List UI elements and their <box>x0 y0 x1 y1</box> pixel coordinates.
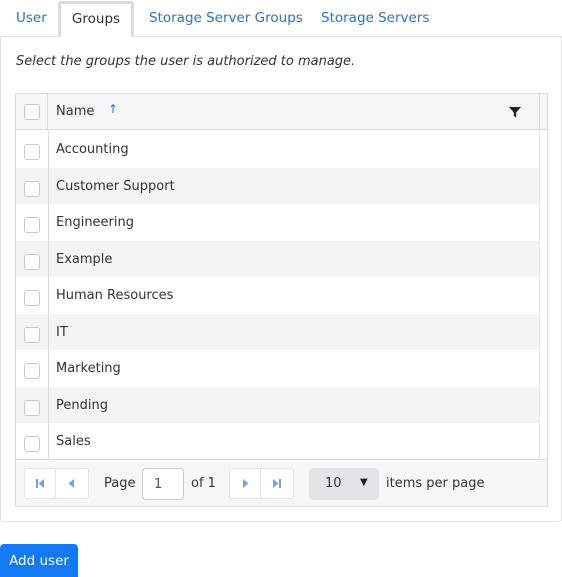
row-checkbox[interactable] <box>24 363 40 379</box>
row-checkbox[interactable] <box>24 180 40 197</box>
groups-panel: Select the groups the user is authorized… <box>0 36 562 522</box>
cell-divider <box>48 423 49 459</box>
last-page-button[interactable] <box>261 468 294 499</box>
group-name: Marketing <box>56 361 121 376</box>
tab-user[interactable]: User <box>16 2 47 37</box>
prev-page-icon <box>68 479 74 488</box>
cell-divider <box>48 386 49 423</box>
tab-bar: User Groups Storage Server Groups Storag… <box>0 0 562 37</box>
row-checkbox[interactable] <box>24 144 40 160</box>
row-checkbox[interactable] <box>24 217 40 233</box>
pager: Page of 1 10 ▼ items per page <box>16 459 547 506</box>
row-checkbox[interactable] <box>24 399 40 416</box>
prev-page-button[interactable] <box>56 468 89 499</box>
group-name: Example <box>56 251 113 267</box>
grid-rows: Accounting Customer Support Engineering … <box>16 131 539 459</box>
caret-down-icon: ▼ <box>360 477 368 488</box>
select-all-checkbox[interactable] <box>24 104 40 120</box>
table-row[interactable]: Customer Support <box>16 167 539 204</box>
first-page-icon <box>36 479 44 488</box>
page-size-value: 10 <box>325 476 342 491</box>
tab-storage-servers[interactable]: Storage Servers <box>321 2 429 37</box>
cell-divider <box>48 240 49 277</box>
group-name: Customer Support <box>56 178 175 194</box>
grid-header: Name ↑ <box>16 94 547 130</box>
page-count-label: of 1 <box>191 476 216 491</box>
cell-divider <box>48 277 49 314</box>
next-page-button[interactable] <box>229 468 261 499</box>
row-checkbox[interactable] <box>24 253 40 270</box>
cell-divider <box>48 204 49 241</box>
cell-divider <box>48 167 49 204</box>
table-row[interactable]: Sales <box>16 423 539 459</box>
table-row[interactable]: Human Resources <box>16 277 539 314</box>
group-name: Accounting <box>56 142 129 157</box>
group-name: Engineering <box>56 215 134 230</box>
tab-storage-server-groups[interactable]: Storage Server Groups <box>149 2 303 37</box>
group-name: Human Resources <box>56 288 174 303</box>
add-user-button[interactable]: Add user <box>0 544 78 577</box>
group-name: Pending <box>56 397 108 413</box>
last-page-icon <box>273 479 281 488</box>
row-checkbox[interactable] <box>24 290 40 306</box>
group-name: IT <box>56 324 68 340</box>
next-page-icon <box>243 479 249 488</box>
cell-divider <box>48 131 49 168</box>
page-label: Page <box>104 476 136 491</box>
table-row[interactable]: Accounting <box>16 131 539 168</box>
cell-divider <box>48 313 49 350</box>
vertical-scrollbar[interactable] <box>539 131 547 459</box>
panel-description: Select the groups the user is authorized… <box>16 54 356 69</box>
table-row[interactable]: Marketing <box>16 350 539 387</box>
row-checkbox[interactable] <box>24 326 40 343</box>
filter-icon[interactable] <box>508 105 522 119</box>
table-row[interactable]: Example <box>16 240 539 277</box>
tab-groups[interactable]: Groups <box>58 1 134 37</box>
header-scrollbar-separator <box>539 94 540 130</box>
page-size-dropdown[interactable]: 10 ▼ <box>309 468 379 500</box>
select-all-cell <box>16 94 48 130</box>
column-header-name[interactable]: Name <box>56 104 94 119</box>
groups-grid: Name ↑ Accounting Customer Support Engin… <box>15 93 548 507</box>
table-row[interactable]: Engineering <box>16 204 539 241</box>
row-checkbox[interactable] <box>24 436 40 452</box>
cell-divider <box>48 350 49 387</box>
page-number-input[interactable] <box>142 468 184 500</box>
group-name: Sales <box>56 434 91 449</box>
sort-ascending-icon[interactable]: ↑ <box>108 102 118 116</box>
table-row[interactable]: Pending <box>16 386 539 423</box>
items-per-page-label: items per page <box>386 476 485 491</box>
first-page-button[interactable] <box>24 468 56 499</box>
table-row[interactable]: IT <box>16 313 539 350</box>
